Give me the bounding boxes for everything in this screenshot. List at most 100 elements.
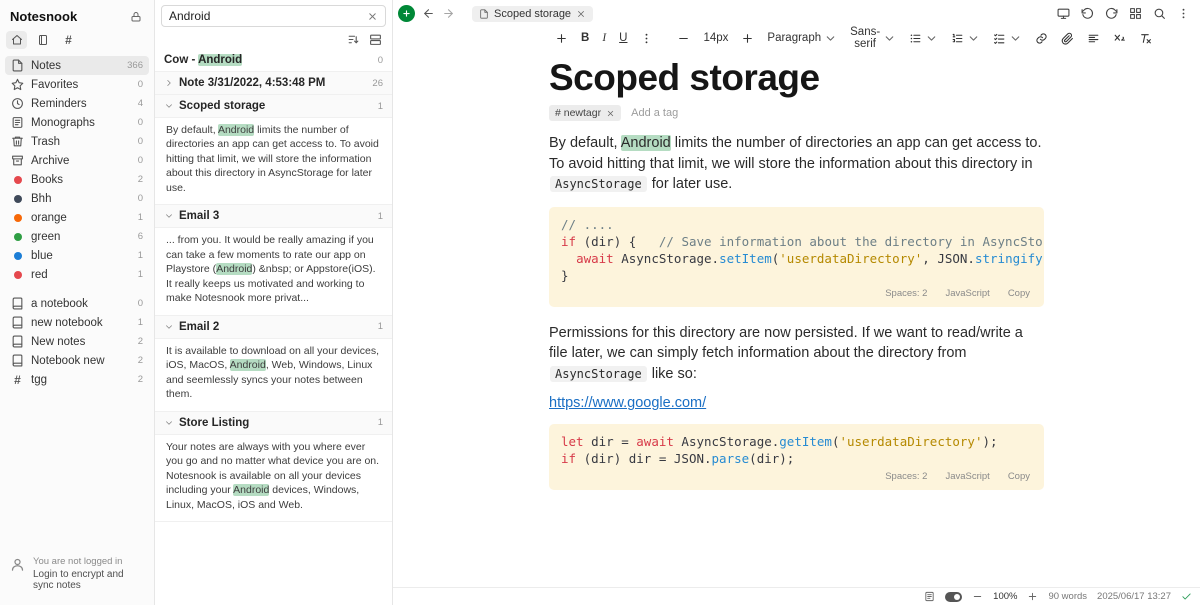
paragraph-style-dropdown[interactable]: Paragraph	[761, 30, 843, 47]
sidebar-item-notebook-new[interactable]: Notebook new 2	[5, 351, 149, 370]
tag-chip-newtagr[interactable]: # newtagr	[549, 105, 621, 121]
add-tag-field[interactable]: Add a tag	[631, 107, 678, 119]
search-input[interactable]	[169, 9, 361, 23]
code-copy-button[interactable]: Copy	[1008, 471, 1030, 482]
item-count: 6	[138, 231, 143, 242]
code-spaces-button[interactable]: Spaces: 2	[885, 288, 927, 299]
note-group-email-2[interactable]: Email 2 1	[155, 316, 392, 339]
note-group-store-listing[interactable]: Store Listing 1	[155, 412, 392, 435]
chevron-down-icon	[1009, 32, 1022, 45]
sidebar-item-red[interactable]: red 1	[5, 265, 149, 284]
tab-scoped-storage[interactable]: Scoped storage	[472, 6, 593, 22]
sort-icon[interactable]	[347, 33, 360, 46]
more-icon[interactable]	[1177, 7, 1190, 20]
undo-icon[interactable]	[1081, 7, 1094, 20]
sidebar-item-new-notebook[interactable]: new notebook 1	[5, 313, 149, 332]
ordered-list-button[interactable]	[945, 30, 986, 47]
link-button[interactable]	[1029, 30, 1054, 47]
item-count: 1	[138, 250, 143, 261]
sidebar-item-bhh[interactable]: Bhh 0	[5, 189, 149, 208]
item-count: 0	[138, 298, 143, 309]
code-language-button[interactable]: JavaScript	[945, 471, 989, 482]
checklist-button[interactable]	[987, 30, 1028, 47]
search-icon[interactable]	[1153, 7, 1166, 20]
notesnook-window: Notesnook # Notes 366 Favorites 0 Remind…	[0, 0, 1200, 605]
close-tab-icon[interactable]	[576, 9, 586, 19]
match-preview[interactable]: By default, Android limits the number of…	[155, 118, 392, 205]
redo-icon[interactable]	[1105, 7, 1118, 20]
zoom-out-button[interactable]	[972, 591, 983, 602]
insert-button[interactable]	[549, 30, 574, 47]
sidebar-item-label: a notebook	[31, 298, 88, 310]
view-mode-icon[interactable]	[369, 33, 382, 46]
editor-content[interactable]: Scoped storage # newtagr Add a tag By de…	[549, 49, 1044, 587]
match-preview[interactable]: Your notes are always with you where eve…	[155, 435, 392, 522]
sidebar-item-green[interactable]: green 6	[5, 227, 149, 246]
code-language-button[interactable]: JavaScript	[945, 288, 989, 299]
lock-icon[interactable]	[130, 11, 142, 23]
align-left-icon	[1087, 32, 1100, 45]
notebook-icon	[11, 335, 24, 348]
note-item-cow-android[interactable]: Cow - Android 0	[155, 49, 392, 72]
underline-button[interactable]: U	[613, 30, 633, 46]
note-group-note-3-31-2022[interactable]: Note 3/31/2022, 4:53:48 PM 26	[155, 72, 392, 95]
sidebar-item-a-notebook[interactable]: a notebook 0	[5, 294, 149, 313]
new-note-button[interactable]	[398, 5, 415, 22]
decrease-font-button[interactable]	[671, 30, 696, 47]
sidebar-item-blue[interactable]: blue 1	[5, 246, 149, 265]
match-preview[interactable]: It is available to download on all your …	[155, 339, 392, 412]
bold-button[interactable]: B	[575, 30, 595, 46]
more-text-tools-button[interactable]	[634, 30, 659, 47]
increase-font-button[interactable]	[735, 30, 760, 47]
sidebar-quick-row: #	[0, 28, 154, 52]
code-block[interactable]: // .... if (dir) { // Save information a…	[549, 207, 1044, 307]
sidebar-item-monographs[interactable]: Monographs 0	[5, 113, 149, 132]
sidebar-item-orange[interactable]: orange 1	[5, 208, 149, 227]
zoom-in-button[interactable]	[1027, 591, 1038, 602]
open-in-window-icon[interactable]	[1057, 7, 1070, 20]
properties-icon[interactable]	[924, 591, 935, 602]
note-group-scoped-storage[interactable]: Scoped storage 1	[155, 95, 392, 118]
paragraph[interactable]: Permissions for this directory are now p…	[549, 323, 1044, 385]
sidebar-item-archive[interactable]: Archive 0	[5, 151, 149, 170]
focus-mode-toggle[interactable]	[945, 592, 962, 602]
forward-icon[interactable]	[442, 7, 455, 20]
remove-tag-icon[interactable]	[606, 109, 615, 118]
back-icon[interactable]	[422, 7, 435, 20]
match-preview[interactable]: ... from you. It would be really amazing…	[155, 228, 392, 315]
chevron-down-icon	[164, 322, 174, 332]
attachment-button[interactable]	[1055, 30, 1080, 47]
align-left-button[interactable]	[1081, 30, 1106, 47]
note-title[interactable]: Scoped storage	[549, 57, 1044, 99]
note-link[interactable]: https://www.google.com/	[549, 395, 706, 411]
sidebar-item-label: red	[31, 269, 48, 281]
quick-notebooks-button[interactable]	[32, 31, 53, 49]
code-spaces-button[interactable]: Spaces: 2	[885, 471, 927, 482]
clear-formatting-button[interactable]	[1133, 30, 1158, 47]
font-family-dropdown[interactable]: Sans-serif	[844, 24, 902, 52]
bullet-list-button[interactable]	[903, 30, 944, 47]
sidebar-item-tgg[interactable]: # tgg 2	[5, 370, 149, 389]
clear-search-button[interactable]	[367, 11, 378, 22]
subscript-button[interactable]	[1107, 30, 1132, 47]
sidebar-item-reminders[interactable]: Reminders 4	[5, 94, 149, 113]
code-copy-button[interactable]: Copy	[1008, 288, 1030, 299]
italic-button[interactable]: I	[596, 30, 612, 46]
quick-home-button[interactable]	[6, 31, 27, 49]
sidebar-item-new-notes[interactable]: New notes 2	[5, 332, 149, 351]
login-link[interactable]: Login to encrypt and sync notes	[33, 569, 144, 591]
note-group-email-3[interactable]: Email 3 1	[155, 205, 392, 228]
sidebar-item-notes[interactable]: Notes 366	[5, 56, 149, 75]
sidebar-item-books[interactable]: Books 2	[5, 170, 149, 189]
item-count: 0	[138, 136, 143, 147]
sidebar-item-label: Trash	[31, 136, 60, 148]
sidebar-item-label: Notes	[31, 60, 61, 72]
properties-grid-icon[interactable]	[1129, 7, 1142, 20]
note-title: Scoped storage	[179, 100, 265, 112]
code-block[interactable]: let dir = await AsyncStorage.getItem('us…	[549, 424, 1044, 490]
quick-tags-button[interactable]: #	[58, 31, 79, 49]
sidebar-item-favorites[interactable]: Favorites 0	[5, 75, 149, 94]
paragraph[interactable]: By default, Android limits the number of…	[549, 133, 1044, 195]
login-banner[interactable]: You are not logged in Login to encrypt a…	[0, 546, 154, 605]
sidebar-item-trash[interactable]: Trash 0	[5, 132, 149, 151]
